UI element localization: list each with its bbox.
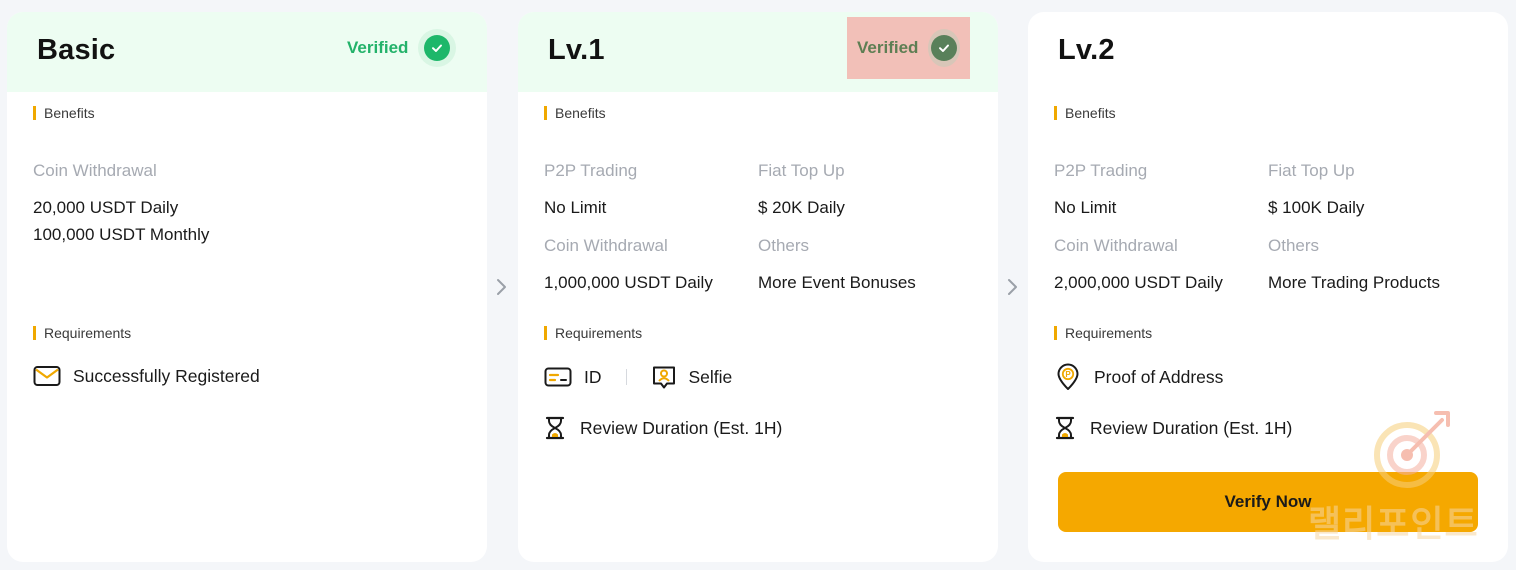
benefit-label: Coin Withdrawal bbox=[1054, 236, 1178, 255]
verified-badge: Verified bbox=[847, 17, 970, 79]
requirement-item: Review Duration (Est. 1H) bbox=[544, 416, 782, 440]
card-title: Lv.1 bbox=[548, 34, 605, 66]
requirements-heading: Requirements bbox=[33, 326, 131, 340]
requirement-label: Selfie bbox=[688, 366, 733, 387]
hourglass-icon bbox=[1054, 416, 1076, 440]
level-card-lv1: Lv.1 Verified Benefits P2P Trading No Li… bbox=[518, 12, 998, 562]
benefit-value: No Limit bbox=[544, 198, 607, 217]
requirement-item: Review Duration (Est. 1H) bbox=[1054, 416, 1292, 440]
verified-label: Verified bbox=[857, 38, 919, 57]
benefit-others: Others More Trading Products bbox=[1268, 236, 1440, 296]
card-title: Lv.2 bbox=[1058, 34, 1115, 66]
chevron-right-icon bbox=[1008, 279, 1017, 295]
benefit-value: 20,000 USDT Daily bbox=[33, 198, 179, 217]
requirement-label: Review Duration (Est. 1H) bbox=[580, 417, 783, 438]
benefit-label: Coin Withdrawal bbox=[544, 236, 668, 255]
benefit-value: More Event Bonuses bbox=[758, 273, 916, 292]
level-card-basic: Basic Verified Benefits Coin Withdrawal … bbox=[7, 12, 487, 562]
benefit-label: Others bbox=[1268, 236, 1320, 255]
card-header: Lv.2 bbox=[1028, 12, 1508, 92]
level-card-lv2: Lv.2 Benefits P2P Trading No Limit Fiat … bbox=[1028, 12, 1508, 562]
benefit-value: 100,000 USDT Monthly bbox=[33, 225, 210, 244]
hourglass-icon bbox=[544, 416, 566, 440]
benefit-coin-withdrawal: Coin Withdrawal 20,000 USDT Daily 100,00… bbox=[33, 161, 209, 248]
benefit-label: Coin Withdrawal bbox=[33, 161, 157, 180]
benefit-label: P2P Trading bbox=[1054, 161, 1148, 180]
email-icon bbox=[33, 365, 61, 387]
verify-now-button[interactable]: Verify Now bbox=[1058, 472, 1478, 532]
location-pin-icon: P bbox=[1056, 363, 1080, 391]
requirements-heading: Requirements bbox=[544, 326, 642, 340]
benefits-heading: Benefits bbox=[544, 106, 606, 120]
check-icon bbox=[418, 29, 457, 67]
requirement-item: Successfully Registered bbox=[33, 365, 260, 387]
requirement-label: Proof of Address bbox=[1094, 366, 1224, 387]
svg-text:P: P bbox=[1065, 370, 1071, 379]
check-icon bbox=[928, 29, 960, 67]
benefits-heading: Benefits bbox=[1054, 106, 1116, 120]
requirements-heading: Requirements bbox=[1054, 326, 1152, 340]
card-header: Lv.1 Verified bbox=[518, 12, 998, 92]
verified-label: Verified bbox=[347, 38, 409, 57]
benefit-coin-withdrawal: Coin Withdrawal 2,000,000 USDT Daily bbox=[1054, 236, 1223, 296]
benefit-fiat-top-up: Fiat Top Up $ 100K Daily bbox=[1268, 161, 1364, 221]
benefit-value: 2,000,000 USDT Daily bbox=[1054, 273, 1223, 292]
card-title: Basic bbox=[37, 34, 116, 66]
chevron-right-icon bbox=[497, 279, 506, 295]
requirement-item: ID Selfie bbox=[544, 364, 732, 390]
card-header: Basic Verified bbox=[7, 12, 487, 92]
benefit-coin-withdrawal: Coin Withdrawal 1,000,000 USDT Daily bbox=[544, 236, 713, 296]
benefit-fiat-top-up: Fiat Top Up $ 20K Daily bbox=[758, 161, 845, 221]
requirement-label: ID bbox=[584, 366, 602, 387]
requirement-item: P Proof of Address bbox=[1056, 363, 1223, 391]
benefit-p2p-trading: P2P Trading No Limit bbox=[1054, 161, 1147, 221]
verified-badge: Verified bbox=[337, 17, 466, 79]
benefit-value: 1,000,000 USDT Daily bbox=[544, 273, 713, 292]
benefit-others: Others More Event Bonuses bbox=[758, 236, 916, 296]
requirement-label: Review Duration (Est. 1H) bbox=[1090, 417, 1293, 438]
benefit-value: $ 100K Daily bbox=[1268, 198, 1365, 217]
benefits-heading: Benefits bbox=[33, 106, 95, 120]
divider bbox=[625, 369, 627, 385]
benefit-p2p-trading: P2P Trading No Limit bbox=[544, 161, 637, 221]
benefit-label: Fiat Top Up bbox=[1268, 161, 1355, 180]
id-card-icon bbox=[544, 366, 572, 388]
benefit-value: No Limit bbox=[1054, 198, 1117, 217]
requirement-label: Successfully Registered bbox=[73, 365, 260, 386]
benefit-value: More Trading Products bbox=[1268, 273, 1440, 292]
benefit-label: Fiat Top Up bbox=[758, 161, 845, 180]
benefit-label: P2P Trading bbox=[544, 161, 638, 180]
benefit-value: $ 20K Daily bbox=[758, 198, 845, 217]
benefit-label: Others bbox=[758, 236, 810, 255]
selfie-icon bbox=[651, 364, 677, 390]
